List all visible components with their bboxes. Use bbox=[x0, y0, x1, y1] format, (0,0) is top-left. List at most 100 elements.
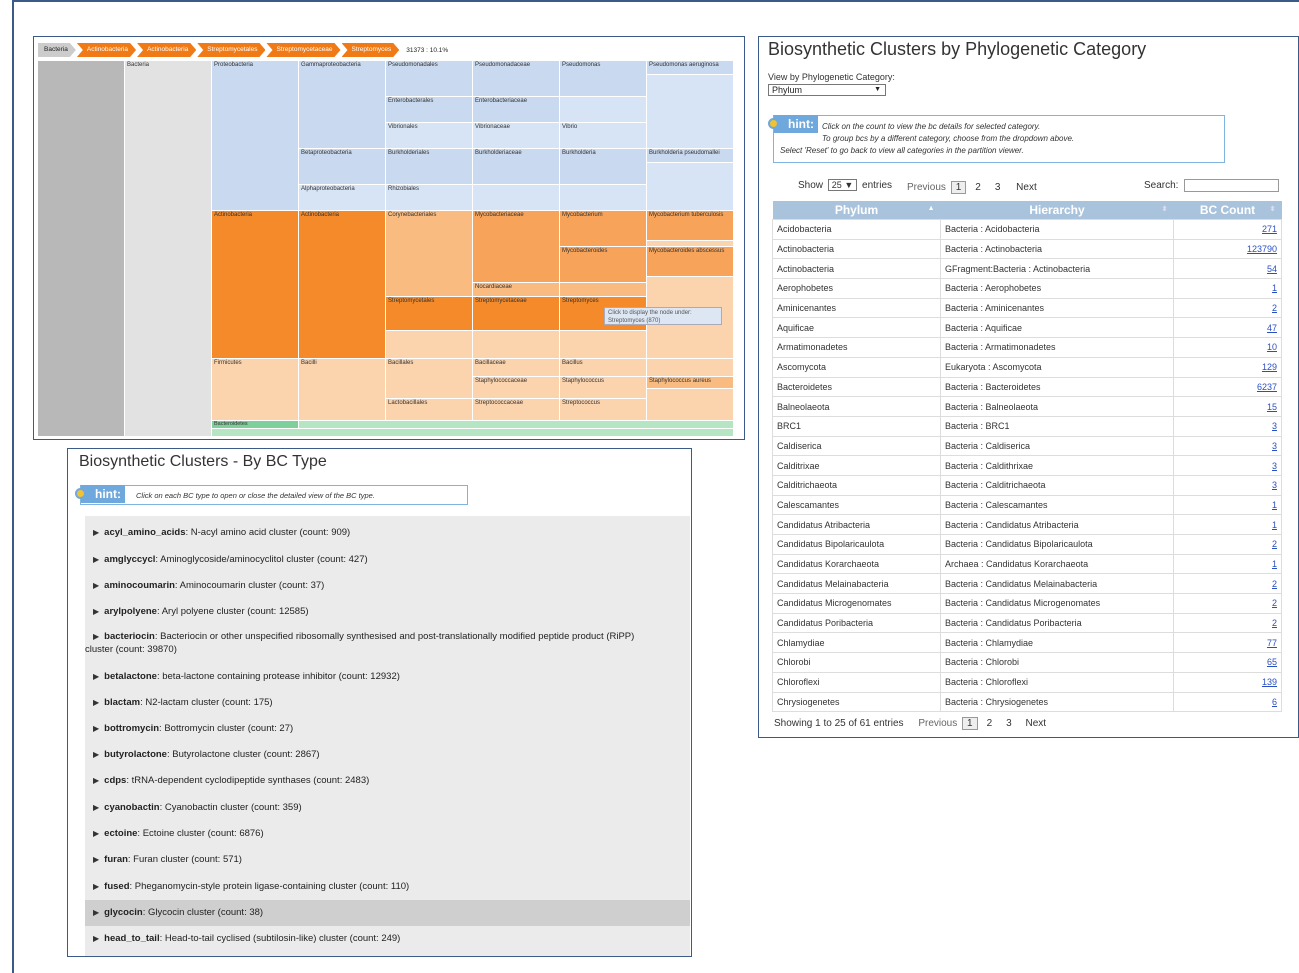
treemap-node[interactable]: Mycobacteriaceae bbox=[473, 211, 560, 283]
treemap-node[interactable]: Lactobacillales bbox=[386, 399, 473, 421]
bc-count-link[interactable]: 3 bbox=[1173, 474, 1282, 496]
bc-type-item[interactable]: ▶ aminocoumarin: Aminocoumarin cluster (c… bbox=[85, 579, 690, 592]
treemap-node[interactable]: Mycobacteroides bbox=[560, 247, 647, 283]
treemap-node[interactable] bbox=[560, 331, 647, 359]
breadcrumb-item[interactable]: Actinobacteria bbox=[77, 43, 136, 57]
category-select[interactable]: Phylum ▼ bbox=[768, 84, 886, 96]
page-button-1[interactable]: 1 bbox=[962, 717, 978, 730]
bc-count-link[interactable]: 123790 bbox=[1173, 238, 1282, 260]
treemap-node[interactable]: Bacillaceae bbox=[473, 359, 560, 377]
breadcrumb-item[interactable]: Streptomycetaceae bbox=[266, 43, 340, 57]
bc-count-link[interactable]: 129 bbox=[1173, 356, 1282, 378]
bc-count-link[interactable]: 3 bbox=[1173, 455, 1282, 476]
page-button-2[interactable]: 2 bbox=[982, 717, 998, 730]
column-header-hierarchy[interactable]: Hierarchy ⬍ bbox=[940, 201, 1174, 220]
bc-count-link[interactable]: 54 bbox=[1173, 258, 1282, 280]
bc-type-item[interactable]: ▶ bacteriocin: Bacteriocin or other unspe… bbox=[85, 630, 690, 656]
bc-count-link[interactable]: 77 bbox=[1173, 632, 1282, 654]
breadcrumb-item[interactable]: Streptomycetales bbox=[197, 43, 265, 57]
bc-type-item[interactable]: ▶ furan: Furan cluster (count: 571) bbox=[85, 853, 690, 866]
treemap-node[interactable]: Bacteroidetes bbox=[212, 421, 299, 429]
entries-select[interactable]: 25 ▼ bbox=[827, 179, 858, 191]
next-button[interactable]: Next bbox=[1025, 718, 1046, 729]
breadcrumb-item[interactable]: Actinobacteria bbox=[137, 43, 196, 57]
bc-count-link[interactable]: 1 bbox=[1173, 494, 1282, 516]
bc-type-item[interactable]: ▶ glycocin: Glycocin cluster (count: 38) bbox=[85, 900, 690, 926]
treemap-node[interactable]: Nocardiaceae bbox=[473, 283, 560, 297]
previous-button[interactable]: Previous bbox=[907, 182, 946, 193]
treemap-node[interactable]: Enterobacteriaceae bbox=[473, 97, 560, 123]
bc-type-item[interactable]: ▶ amglyccycl: Aminoglycoside/aminocyclito… bbox=[85, 553, 690, 566]
treemap-node[interactable]: Vibrio bbox=[560, 123, 647, 149]
bc-count-link[interactable]: 271 bbox=[1173, 219, 1282, 240]
page-button-1[interactable]: 1 bbox=[950, 181, 967, 194]
treemap-node[interactable]: Alphaproteobacteria bbox=[299, 185, 386, 211]
bc-count-link[interactable]: 3 bbox=[1173, 415, 1282, 437]
treemap-node[interactable]: Streptomycetaceae bbox=[473, 297, 560, 331]
treemap-node[interactable]: Pseudomonas bbox=[560, 61, 647, 97]
bc-type-item[interactable]: ▶ acyl_amino_acids: N-acyl amino acid clu… bbox=[85, 526, 690, 539]
treemap-node[interactable]: Firmicutes bbox=[212, 359, 299, 421]
page-button-3[interactable]: 3 bbox=[1001, 717, 1017, 730]
bc-count-link[interactable]: 1 bbox=[1173, 278, 1282, 299]
treemap-node[interactable]: Bacillus bbox=[560, 359, 647, 377]
treemap-node[interactable]: Mycobacterium bbox=[560, 211, 647, 247]
bc-type-item[interactable]: ▶ cyanobactin: Cyanobactin cluster (count… bbox=[85, 801, 690, 814]
treemap-node[interactable]: Proteobacteria bbox=[212, 61, 299, 211]
treemap-node[interactable]: Burkholderia bbox=[560, 149, 647, 185]
treemap-node[interactable] bbox=[560, 185, 647, 211]
bc-count-link[interactable]: 2 bbox=[1173, 593, 1282, 614]
bc-type-item[interactable]: ▶ bottromycin: Bottromycin cluster (count… bbox=[85, 722, 690, 735]
treemap-node[interactable] bbox=[560, 97, 647, 123]
bc-count-link[interactable]: 2 bbox=[1173, 534, 1282, 555]
treemap-node[interactable]: Gammaproteobacteria bbox=[299, 61, 386, 149]
treemap-node[interactable]: Mycobacterium tuberculosis bbox=[647, 211, 734, 241]
bc-count-link[interactable]: 15 bbox=[1173, 396, 1282, 417]
treemap-root-node[interactable] bbox=[38, 61, 125, 437]
breadcrumb-item[interactable]: Streptomyces bbox=[342, 43, 400, 57]
treemap-node[interactable]: Vibrionaceae bbox=[473, 123, 560, 149]
treemap-node[interactable]: Mycobacteroides abscessus bbox=[647, 247, 734, 277]
breadcrumb-item[interactable]: Bacteria bbox=[38, 43, 76, 57]
treemap-node[interactable] bbox=[212, 429, 734, 437]
treemap-node[interactable]: Pseudomonadales bbox=[386, 61, 473, 97]
page-button-2[interactable]: 2 bbox=[970, 181, 986, 194]
treemap-node[interactable]: Betaproteobacteria bbox=[299, 149, 386, 185]
treemap-node[interactable]: Enterobacterales bbox=[386, 97, 473, 123]
column-header-phylum[interactable]: Phylum ▲ bbox=[772, 201, 941, 220]
bc-count-link[interactable]: 1 bbox=[1173, 553, 1282, 575]
bc-count-link[interactable]: 3 bbox=[1173, 435, 1282, 457]
treemap-node[interactable]: Actinobacteria bbox=[212, 211, 299, 359]
treemap-node[interactable]: Bacillales bbox=[386, 359, 473, 399]
bc-type-item[interactable]: ▶ blactam: N2-lactam cluster (count: 175) bbox=[85, 696, 690, 709]
treemap-node[interactable]: Actinobacteria bbox=[299, 211, 386, 359]
bc-type-item[interactable]: ▶ butyrolactone: Butyrolactone cluster (c… bbox=[85, 748, 690, 761]
treemap-node[interactable] bbox=[299, 421, 734, 429]
treemap-node[interactable] bbox=[647, 75, 734, 149]
treemap-node[interactable]: Vibrionales bbox=[386, 123, 473, 149]
treemap-node[interactable] bbox=[560, 283, 647, 297]
treemap-node[interactable] bbox=[647, 163, 734, 211]
treemap-node[interactable] bbox=[647, 359, 734, 377]
treemap-node[interactable] bbox=[473, 331, 560, 359]
treemap-node[interactable]: Pseudomonadaceae bbox=[473, 61, 560, 97]
bc-type-item[interactable]: ▶ cdps: tRNA-dependent cyclodipeptide syn… bbox=[85, 774, 690, 787]
bc-count-link[interactable]: 139 bbox=[1173, 671, 1282, 693]
column-header-bc-count[interactable]: BC Count ⬍ bbox=[1173, 201, 1282, 220]
treemap-node[interactable]: Bacteria bbox=[125, 61, 212, 437]
bc-count-link[interactable]: 47 bbox=[1173, 317, 1282, 339]
bc-count-link[interactable]: 1 bbox=[1173, 514, 1282, 535]
search-input[interactable] bbox=[1184, 179, 1279, 192]
bc-count-link[interactable]: 10 bbox=[1173, 337, 1282, 358]
treemap-node[interactable]: Streptococcus bbox=[560, 399, 647, 421]
previous-button[interactable]: Previous bbox=[918, 718, 957, 729]
page-button-3[interactable]: 3 bbox=[990, 181, 1006, 194]
bc-type-item[interactable]: ▶ arylpolyene: Aryl polyene cluster (coun… bbox=[85, 605, 690, 618]
treemap-node[interactable]: Burkholderiaceae bbox=[473, 149, 560, 185]
treemap-node[interactable]: Burkholderia pseudomallei bbox=[647, 149, 734, 163]
bc-type-item[interactable]: ▶ head_to_tail: Head-to-tail cyclised (su… bbox=[85, 932, 690, 945]
treemap-node[interactable]: Burkholderiales bbox=[386, 149, 473, 185]
treemap-node[interactable]: Streptomycetales bbox=[386, 297, 473, 331]
next-button[interactable]: Next bbox=[1016, 182, 1037, 193]
bc-count-link[interactable]: 65 bbox=[1173, 652, 1282, 673]
